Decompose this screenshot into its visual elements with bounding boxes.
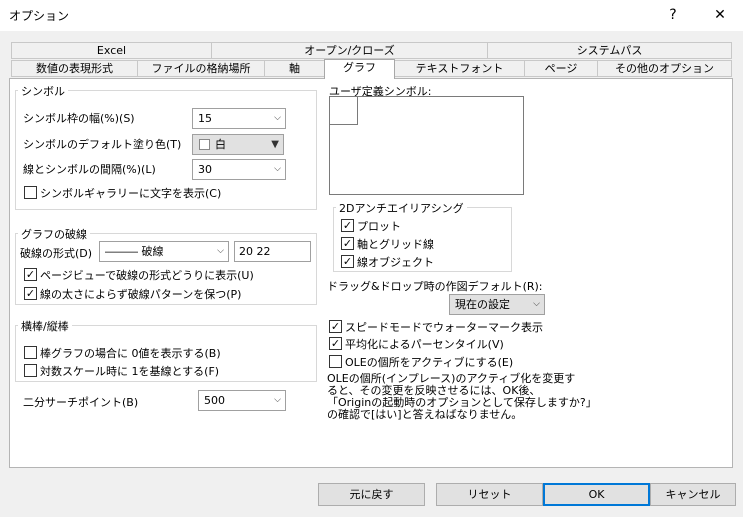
color-swatch xyxy=(199,139,210,150)
tab-open-close[interactable]: オープン/クローズ xyxy=(211,42,488,59)
show-zero-label: 棒グラフの場合に 0値を表示する(B) xyxy=(40,347,221,360)
antialias-line-object-checkbox[interactable]: ✓ xyxy=(341,255,354,268)
gallery-text-checkbox[interactable] xyxy=(24,186,37,199)
ole-note-line: の確認で[はい]と答えねばなりません。 xyxy=(327,408,523,421)
antialias-line-object-label: 線オブジェクト xyxy=(357,256,434,269)
user-symbol-preview[interactable] xyxy=(329,96,524,195)
chevron-down-icon: ⌵ xyxy=(533,299,540,309)
pageview-checkbox[interactable]: ✓ xyxy=(24,268,37,281)
tab-number-format[interactable]: 数値の表現形式 xyxy=(11,60,138,77)
tab-excel[interactable]: Excel xyxy=(11,42,212,59)
pageview-label: ページビューで破線の形式どうりに表示(U) xyxy=(40,269,254,282)
keep-pattern-label: 線の太さによらず破線パターンを保つ(P) xyxy=(40,288,242,301)
binary-search-value: 500 xyxy=(204,394,225,407)
symbol-gap-label: 線とシンボルの間隔(%)(L) xyxy=(23,163,156,176)
speed-mode-label: スピードモードでウォーターマーク表示 xyxy=(345,321,543,334)
antialias-plot-label: プロット xyxy=(357,220,401,233)
title-bar: オプション ? ✕ xyxy=(0,0,743,31)
symbol-fill-color-value: 白 xyxy=(215,138,226,151)
chevron-down-icon: ⌵ xyxy=(217,246,224,256)
tab-page[interactable]: ページ xyxy=(524,60,598,77)
ole-activate-label: OLEの個所をアクティブにする(E) xyxy=(345,356,514,369)
user-symbol-cell[interactable] xyxy=(330,97,358,125)
break-format-value: ――― 破線 xyxy=(105,245,164,258)
show-zero-checkbox[interactable] xyxy=(24,346,37,359)
tab-text-font[interactable]: テキストフォント xyxy=(394,60,525,77)
antialias-group-title: 2Dアンチエイリアシング xyxy=(336,200,467,216)
smooth-percentile-checkbox[interactable]: ✓ xyxy=(329,337,342,350)
antialias-axis-grid-label: 軸とグリッド線 xyxy=(357,238,434,251)
symbol-gap-combo[interactable]: 30 ⌵ xyxy=(192,159,286,180)
log-base-label: 対数スケール時に 1を基線とする(F) xyxy=(40,365,220,378)
speed-mode-checkbox[interactable]: ✓ xyxy=(329,320,342,333)
ole-activate-checkbox[interactable] xyxy=(329,355,342,368)
drag-drop-combo[interactable]: 現在の設定 ⌵ xyxy=(449,294,545,315)
symbol-group-title: シンボル xyxy=(18,83,68,99)
antialias-axis-grid-checkbox[interactable]: ✓ xyxy=(341,237,354,250)
symbol-frame-width-combo[interactable]: 15 ⌵ xyxy=(192,108,286,129)
bar-group-title: 横棒/縦棒 xyxy=(18,318,72,334)
keep-pattern-checkbox[interactable]: ✓ xyxy=(24,287,37,300)
tab-other-options[interactable]: その他のオプション xyxy=(597,60,732,77)
break-pattern-value: 20 22 xyxy=(239,245,271,258)
smooth-percentile-label: 平均化によるパーセンタイル(V) xyxy=(345,338,504,351)
symbol-fill-color-label: シンボルのデフォルト塗り色(T) xyxy=(23,138,182,151)
tab-file-location[interactable]: ファイルの格納場所 xyxy=(137,60,265,77)
close-icon[interactable]: ✕ xyxy=(697,0,743,31)
antialias-plot-checkbox[interactable]: ✓ xyxy=(341,219,354,232)
break-line-group-title: グラフの破線 xyxy=(18,226,90,242)
tab-system-path[interactable]: システムパス xyxy=(487,42,732,59)
chevron-down-icon: ⌵ xyxy=(274,395,281,405)
binary-search-label: 二分サーチポイント(B) xyxy=(23,396,139,409)
symbol-frame-width-value: 15 xyxy=(198,112,212,125)
revert-button[interactable]: 元に戻す xyxy=(318,483,425,506)
drag-drop-value: 現在の設定 xyxy=(455,298,510,311)
chevron-down-icon: ⌵ xyxy=(274,113,281,123)
tab-axis[interactable]: 軸 xyxy=(264,60,325,77)
binary-search-combo[interactable]: 500 ⌵ xyxy=(198,390,286,411)
drag-drop-label: ドラッグ&ドロップ時の作図デフォルト(R): xyxy=(327,280,543,293)
break-pattern-input[interactable]: 20 22 xyxy=(234,241,311,262)
tab-graph[interactable]: グラフ xyxy=(324,59,395,79)
help-button[interactable]: ? xyxy=(650,0,696,31)
break-format-label: 破線の形式(D) xyxy=(20,247,93,260)
log-base-checkbox[interactable] xyxy=(24,364,37,377)
ok-button[interactable]: OK xyxy=(543,483,650,506)
chevron-down-icon: ⌵ xyxy=(274,164,281,174)
cancel-button[interactable]: キャンセル xyxy=(650,483,736,506)
gallery-text-label: シンボルギャラリーに文字を表示(C) xyxy=(40,187,222,200)
symbol-fill-color-dropdown[interactable]: 白 ▼ xyxy=(192,134,284,155)
break-format-combo[interactable]: ――― 破線 ⌵ xyxy=(99,241,229,262)
symbol-frame-width-label: シンボル枠の幅(%)(S) xyxy=(23,112,135,125)
window-title: オプション xyxy=(9,9,70,23)
symbol-gap-value: 30 xyxy=(198,163,212,176)
reset-button[interactable]: リセット xyxy=(436,483,543,506)
triangle-down-icon: ▼ xyxy=(271,139,279,150)
